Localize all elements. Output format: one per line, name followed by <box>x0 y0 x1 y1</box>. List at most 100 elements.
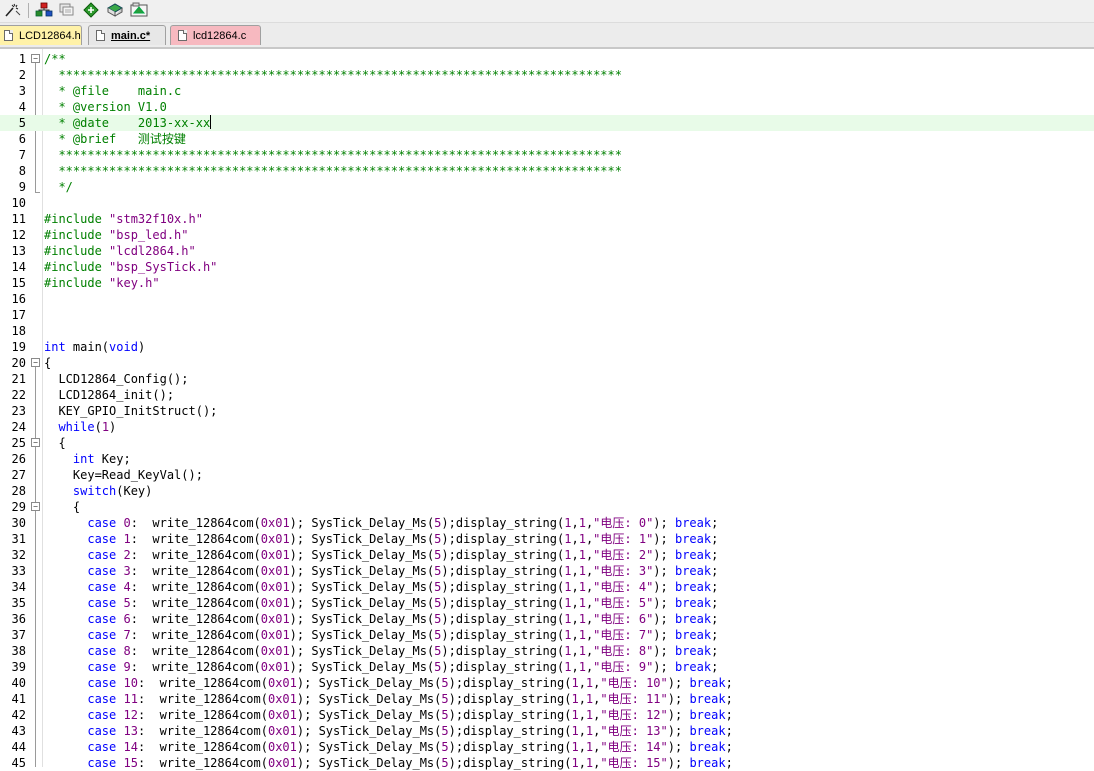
code-line[interactable]: 1 /** <box>0 51 1094 67</box>
code-line[interactable]: 38 case 8: write_12864com(0x01); SysTick… <box>0 643 1094 659</box>
code-line[interactable]: 43 case 13: write_12864com(0x01); SysTic… <box>0 723 1094 739</box>
code-token: );display_string( <box>441 564 565 578</box>
batch-build-icon[interactable] <box>57 1 77 19</box>
code-token: * @brief 测试按键 <box>44 132 186 146</box>
code-line[interactable]: 13 #include "lcdl2864.h" <box>0 243 1094 259</box>
code-text: case 2: write_12864com(0x01); SysTick_De… <box>44 547 718 563</box>
code-token: );display_string( <box>441 660 565 674</box>
code-text: #include "stm32f10x.h" <box>44 211 203 227</box>
code-text: case 3: write_12864com(0x01); SysTick_De… <box>44 563 718 579</box>
code-text: LCD12864_Config(); <box>44 371 188 387</box>
code-line[interactable]: 10 <box>0 195 1094 211</box>
code-line[interactable]: 9 */ <box>0 179 1094 195</box>
line-number: 4 <box>18 100 26 114</box>
code-line[interactable]: 37 case 7: write_12864com(0x01); SysTick… <box>0 627 1094 643</box>
code-token: ); <box>653 660 675 674</box>
code-line[interactable]: 2 **************************************… <box>0 67 1094 83</box>
code-line[interactable]: 18 <box>0 323 1094 339</box>
code-token: 0x01 <box>267 676 297 690</box>
code-line[interactable]: 30 case 0: write_12864com(0x01); SysTick… <box>0 515 1094 531</box>
code-line[interactable]: 4 * @version V1.0 <box>0 99 1094 115</box>
code-token: 13 <box>123 724 138 738</box>
code-line[interactable]: 20 { <box>0 355 1094 371</box>
code-line[interactable]: 31 case 1: write_12864com(0x01); SysTick… <box>0 531 1094 547</box>
line-number: 36 <box>11 612 26 626</box>
code-token: ); <box>667 756 690 770</box>
code-token: case <box>44 724 124 738</box>
code-token: 1 <box>101 420 110 434</box>
code-line[interactable]: 44 case 14: write_12864com(0x01); SysTic… <box>0 739 1094 755</box>
code-token: break <box>674 612 712 626</box>
line-number: 14 <box>11 260 26 274</box>
code-line[interactable]: 6 * @brief 测试按键 <box>0 131 1094 147</box>
code-line[interactable]: 11 #include "stm32f10x.h" <box>0 211 1094 227</box>
line-number: 22 <box>11 388 26 402</box>
code-token: 0x01 <box>260 516 290 530</box>
code-line[interactable]: 22 LCD12864_init(); <box>0 387 1094 403</box>
code-line[interactable]: 19 int main(void) <box>0 339 1094 355</box>
tab-main-c[interactable]: main.c* <box>88 25 166 45</box>
code-line[interactable]: 21 LCD12864_Config(); <box>0 371 1094 387</box>
code-token: ); SysTick_Delay_Ms( <box>289 644 435 658</box>
code-text: case 15: write_12864com(0x01); SysTick_D… <box>44 755 732 771</box>
code-editor[interactable]: − − − − 1/** 2 **************************… <box>0 49 1094 770</box>
code-token: 3 <box>123 564 131 578</box>
code-token: : write_12864com( <box>130 644 261 658</box>
code-line[interactable]: 7 **************************************… <box>0 147 1094 163</box>
code-line[interactable]: 35 case 5: write_12864com(0x01); SysTick… <box>0 595 1094 611</box>
code-token: , <box>571 564 579 578</box>
code-line[interactable]: 16 <box>0 291 1094 307</box>
code-token: ; <box>711 596 719 610</box>
code-line[interactable]: 3 * @file main.c <box>0 83 1094 99</box>
code-token: "电压: 2" <box>593 548 654 562</box>
code-line[interactable]: 27 Key=Read_KeyVal(); <box>0 467 1094 483</box>
code-text: { <box>44 499 80 515</box>
code-line-current[interactable]: 5 * @date 2013-xx-xx <box>0 115 1094 131</box>
options-diamond-icon[interactable] <box>81 1 101 19</box>
code-line[interactable]: 15 #include "key.h" <box>0 275 1094 291</box>
code-text: case 11: write_12864com(0x01); SysTick_D… <box>44 691 732 707</box>
code-token: "电压: 12" <box>600 708 668 722</box>
wand-icon[interactable] <box>3 1 23 19</box>
code-token: ; <box>711 628 719 642</box>
code-line[interactable]: 41 case 11: write_12864com(0x01); SysTic… <box>0 691 1094 707</box>
build-target-icon[interactable] <box>34 1 54 19</box>
code-text: #include "bsp_led.h" <box>44 227 189 243</box>
line-number: 34 <box>11 580 26 594</box>
code-line[interactable]: 45 case 15: write_12864com(0x01); SysTic… <box>0 755 1094 771</box>
code-line[interactable]: 39 case 9: write_12864com(0x01); SysTick… <box>0 659 1094 675</box>
code-token: ); SysTick_Delay_Ms( <box>296 708 442 722</box>
code-token: 4 <box>123 580 131 594</box>
code-line[interactable]: 34 case 4: write_12864com(0x01); SysTick… <box>0 579 1094 595</box>
line-number: 31 <box>11 532 26 546</box>
code-line[interactable]: 36 case 6: write_12864com(0x01); SysTick… <box>0 611 1094 627</box>
tab-lcd12864-h[interactable]: LCD12864.h <box>0 25 82 45</box>
code-token: 1 <box>578 596 586 610</box>
code-token: #include <box>44 228 110 242</box>
code-token: : write_12864com( <box>130 628 261 642</box>
code-line[interactable]: 28 switch(Key) <box>0 483 1094 499</box>
code-line[interactable]: 24 while(1) <box>0 419 1094 435</box>
code-token: ); SysTick_Delay_Ms( <box>289 660 435 674</box>
code-line[interactable]: 40 case 10: write_12864com(0x01); SysTic… <box>0 675 1094 691</box>
code-line[interactable]: 33 case 3: write_12864com(0x01); SysTick… <box>0 563 1094 579</box>
code-line[interactable]: 17 <box>0 307 1094 323</box>
code-token: ; <box>725 676 733 690</box>
code-token: 5 <box>441 724 449 738</box>
manage-components-icon[interactable] <box>129 1 149 19</box>
code-line[interactable]: 12 #include "bsp_led.h" <box>0 227 1094 243</box>
code-line[interactable]: 25 { <box>0 435 1094 451</box>
code-line[interactable]: 23 KEY_GPIO_InitStruct(); <box>0 403 1094 419</box>
code-line[interactable]: 29 { <box>0 499 1094 515</box>
code-text: { <box>44 435 65 451</box>
code-line[interactable]: 14 #include "bsp_SysTick.h" <box>0 259 1094 275</box>
code-line[interactable]: 26 int Key; <box>0 451 1094 467</box>
code-line[interactable]: 8 **************************************… <box>0 163 1094 179</box>
code-line[interactable]: 32 case 2: write_12864com(0x01); SysTick… <box>0 547 1094 563</box>
code-token: ); SysTick_Delay_Ms( <box>289 580 435 594</box>
code-line[interactable]: 42 case 12: write_12864com(0x01); SysTic… <box>0 707 1094 723</box>
tab-lcd12864-c[interactable]: lcd12864.c <box>170 25 261 45</box>
code-token: ); SysTick_Delay_Ms( <box>296 740 442 754</box>
pack-installer-icon[interactable] <box>105 1 125 19</box>
code-token: ); <box>653 644 675 658</box>
